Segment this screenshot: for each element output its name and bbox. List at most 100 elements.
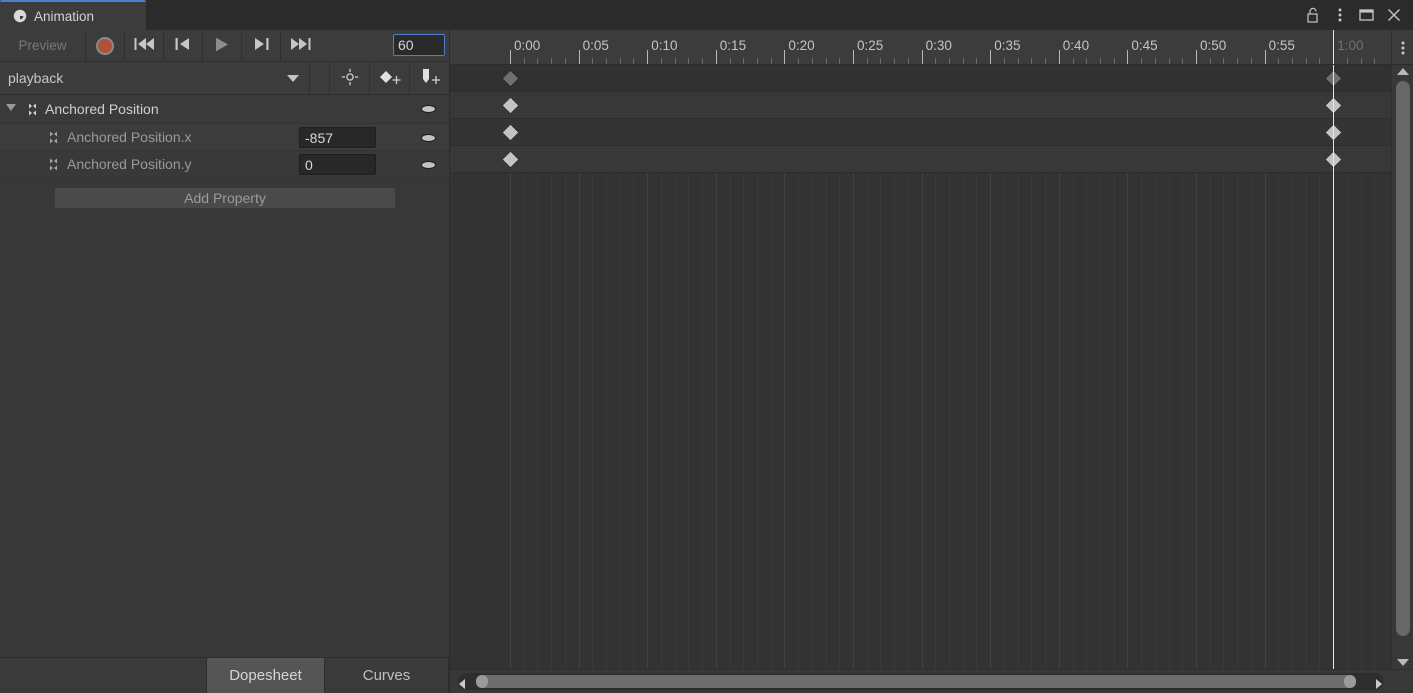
tab-curves[interactable]: Curves [325,658,449,693]
current-frame-input[interactable]: 60 [393,34,445,56]
vertical-scroll-thumb[interactable] [1396,81,1410,636]
playhead-line[interactable] [1333,65,1335,669]
ruler-minor-tick [1182,58,1184,64]
clip-dropdown[interactable]: playback [0,61,310,95]
add-keyframe-icon [378,68,402,89]
dopesheet-row-divider [450,172,1391,173]
property-value-input[interactable]: -857 [299,127,376,148]
ruler-tick-label: 0:00 [514,38,541,53]
preview-toggle[interactable]: Preview [0,38,85,53]
record-button[interactable] [85,29,124,62]
scroll-resize-left-handle[interactable] [476,675,488,688]
filter-by-selection-button[interactable] [329,61,369,95]
window-controls [1299,0,1407,30]
lock-icon[interactable] [1299,0,1326,30]
prev-keyframe-button[interactable] [163,29,202,62]
property-group-row[interactable]: Anchored Position [0,95,450,124]
dopesheet-row[interactable] [450,119,1391,146]
ruler-major-tick [784,50,786,64]
scroll-right-arrow-icon[interactable] [1376,679,1382,689]
ruler-minor-tick [1072,58,1074,64]
bottombar-spacer [0,658,207,693]
target-icon [341,68,359,89]
kebab-menu-icon[interactable] [1326,0,1353,30]
property-value-input[interactable]: 0 [299,154,376,175]
animate-property-icon [26,103,39,116]
last-frame-button[interactable] [280,29,319,62]
ruler-minor-tick [592,58,594,64]
ruler-minor-tick [811,58,813,64]
foldout-arrow-icon[interactable] [6,104,16,111]
horizontal-scrollbar[interactable] [458,673,1383,690]
record-icon [96,36,114,55]
ruler-minor-tick [1154,58,1156,64]
property-value: -857 [305,129,334,146]
curve-indicator[interactable] [421,161,436,169]
ruler-major-tick [990,50,992,64]
tab-animation[interactable]: Animation [0,0,146,30]
play-button[interactable] [202,29,241,62]
chevron-down-icon [287,74,299,82]
vertical-scrollbar[interactable] [1391,65,1413,669]
ruler-minor-tick [523,58,525,64]
ruler-tick-label: 0:35 [994,38,1021,53]
add-property-button[interactable]: Add Property [54,187,396,209]
ruler-minor-tick [1017,58,1019,64]
scroll-down-arrow-icon[interactable] [1397,659,1409,666]
scroll-resize-right-handle[interactable] [1344,675,1356,688]
ruler-minor-tick [1237,58,1239,64]
play-icon [215,37,229,55]
ruler-major-tick [921,50,923,64]
next-keyframe-button[interactable] [241,29,280,62]
timeline-kebab-menu-icon[interactable] [1391,30,1413,64]
property-row[interactable]: Anchored Position.y 0 [0,151,450,178]
ruler-minor-tick [1168,58,1170,64]
ruler-tick-label: 0:15 [719,38,747,53]
ruler-minor-tick [880,58,882,64]
ruler-minor-tick [688,58,690,64]
ruler-minor-tick [1045,58,1047,64]
ruler-minor-tick [976,58,978,64]
ruler-minor-tick [564,58,566,64]
add-event-button[interactable] [409,61,449,95]
property-list: Anchored Position Anchored Position.x -8… [0,95,450,660]
add-keyframe-button[interactable] [369,61,409,95]
dopesheet-row[interactable] [450,92,1391,119]
horizontal-scroll-thumb[interactable] [476,675,1356,688]
dopesheet-grid[interactable] [450,65,1391,669]
first-frame-button[interactable] [124,29,163,62]
ruler-minor-tick [1209,58,1211,64]
window-tabbar: Animation [0,0,1413,30]
ruler-minor-tick [1141,58,1143,64]
clip-toolbar: playback [0,61,450,95]
ruler-minor-tick [1319,58,1321,64]
tab-dopesheet[interactable]: Dopesheet [207,658,325,693]
ruler-minor-tick [935,58,937,64]
ruler-tick-label: 0:25 [857,38,884,53]
curve-indicator[interactable] [421,105,436,113]
ruler-tick-label: 0:20 [788,38,815,53]
view-mode-tabs: Dopesheet Curves [0,657,450,693]
tab-label: Animation [34,8,95,24]
ruler-minor-tick [1305,58,1307,64]
ruler-tick-label: 0:05 [582,38,609,53]
close-icon[interactable] [1380,0,1407,30]
scroll-left-arrow-icon[interactable] [459,679,465,689]
ruler-major-tick [1196,50,1197,64]
maximize-icon[interactable] [1353,0,1380,30]
dopesheet-summary-row[interactable] [450,65,1391,92]
dopesheet-row[interactable] [450,146,1391,173]
animate-property-icon [47,158,60,171]
animate-property-icon [47,131,60,144]
timeline-ruler[interactable]: 0:00 0:05 0:10 0:15 0:20 0:25 0:30 0:35 0:40 0:45… [450,30,1413,65]
playhead-marker[interactable] [1333,30,1335,64]
ruler-minor-tick [1113,58,1115,64]
ruler-minor-tick [1223,58,1225,64]
property-row[interactable]: Anchored Position.x -857 [0,124,450,151]
curve-indicator[interactable] [421,134,436,142]
ruler-minor-tick [839,58,841,64]
clip-dropdown-value: playback [8,70,64,86]
ruler-minor-tick [1250,58,1252,64]
scroll-up-arrow-icon[interactable] [1397,68,1409,75]
